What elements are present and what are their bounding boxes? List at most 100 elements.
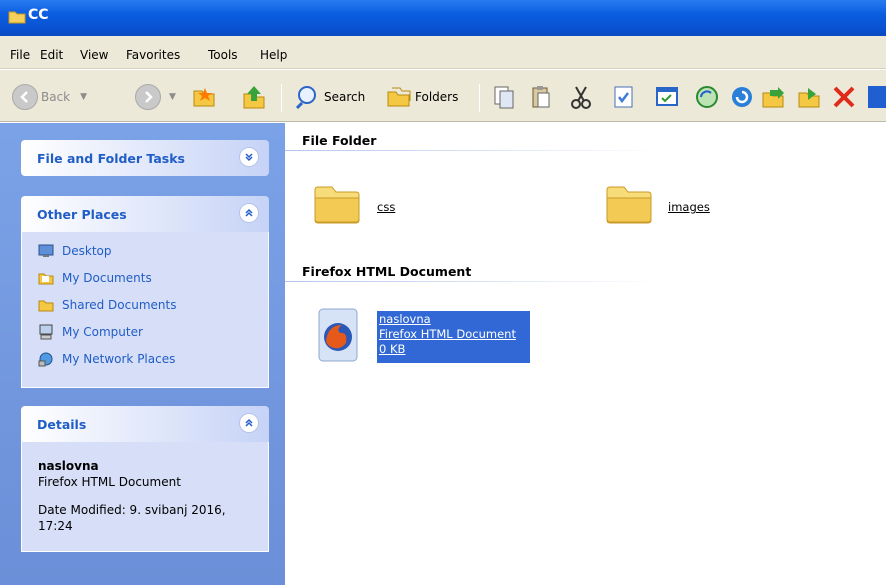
green-arrow-icon — [762, 87, 784, 108]
undo-button[interactable] — [654, 82, 680, 112]
selected-file-label[interactable]: naslovna Firefox HTML Document 0 KB — [377, 311, 530, 363]
paste-icon — [614, 86, 633, 108]
folder-item-images[interactable] — [605, 178, 653, 229]
computer-icon — [39, 324, 53, 340]
other-places-panel: Other Places Desktop My Documents Shared… — [21, 196, 269, 388]
expand-chevron-icon[interactable] — [239, 147, 259, 167]
window-check-icon — [656, 87, 678, 106]
network-icon — [38, 352, 53, 367]
folder-icon — [606, 186, 652, 224]
views-icon — [868, 86, 886, 108]
action-button[interactable] — [796, 82, 822, 112]
folder-item-css[interactable] — [313, 178, 361, 229]
menu-help[interactable]: Help — [260, 48, 287, 62]
place-desktop[interactable]: Desktop — [38, 242, 112, 260]
details-file-name: naslovna — [38, 459, 99, 473]
folders-icon — [387, 87, 411, 107]
folder-icon — [8, 11, 26, 24]
file-type: Firefox HTML Document — [379, 327, 516, 341]
place-shared-documents[interactable]: Shared Documents — [38, 296, 176, 314]
place-my-documents[interactable]: My Documents — [38, 269, 152, 287]
place-label: My Documents — [62, 271, 152, 285]
back-label: Back — [41, 90, 71, 104]
file-folder-tasks-panel: File and Folder Tasks — [21, 140, 269, 176]
globe-refresh-icon — [696, 86, 718, 108]
details-time-modified: 17:24 — [38, 519, 73, 533]
details-date-modified: Date Modified: 9. svibanj 2016, — [38, 503, 226, 517]
details-header[interactable]: Details — [21, 406, 269, 442]
group-title-file-folder: File Folder — [302, 133, 377, 148]
favorites-folder-button[interactable] — [191, 82, 217, 112]
place-my-network-places[interactable]: My Network Places — [38, 350, 175, 368]
search-label: Search — [324, 90, 366, 104]
task-pane: File and Folder Tasks Other Places Deskt… — [0, 123, 285, 585]
menu-edit[interactable]: Edit — [40, 48, 63, 62]
collapse-chevron-icon[interactable] — [239, 413, 259, 433]
place-label: My Computer — [62, 325, 143, 339]
file-item-naslovna[interactable] — [315, 307, 363, 363]
folder-arrow-icon — [798, 88, 820, 108]
folders-label: Folders — [415, 90, 459, 104]
folder-label-images[interactable]: images — [668, 200, 710, 214]
other-places-body: Desktop My Documents Shared Documents My… — [21, 232, 269, 388]
cut-button[interactable] — [568, 82, 594, 112]
menu-bar: File Edit View Favorites Tools Help — [0, 36, 886, 69]
forward-arrow-icon — [135, 84, 161, 110]
place-my-computer[interactable]: My Computer — [38, 323, 143, 341]
search-button[interactable]: Search — [295, 82, 365, 112]
other-places-title: Other Places — [37, 207, 127, 222]
group-title-firefox-html: Firefox HTML Document — [302, 264, 472, 279]
toolbar-separator — [281, 84, 282, 112]
paste-button[interactable] — [611, 82, 637, 112]
move-to-icon — [494, 86, 514, 109]
file-folder-tasks-header[interactable]: File and Folder Tasks — [21, 140, 269, 176]
move-to-button[interactable] — [491, 82, 517, 112]
file-size: 0 KB — [379, 342, 406, 356]
delete-button[interactable] — [831, 82, 857, 112]
copy-to-icon — [532, 86, 550, 108]
folder-icon — [314, 186, 360, 224]
place-label: Shared Documents — [62, 298, 177, 312]
file-name: naslovna — [379, 312, 431, 326]
menu-tools[interactable]: Tools — [208, 48, 238, 62]
group-divider — [285, 281, 665, 282]
details-title: Details — [37, 417, 87, 432]
forward-arrow-button[interactable] — [760, 82, 786, 112]
shared-folder-icon — [38, 300, 54, 312]
file-folder-tasks-title: File and Folder Tasks — [37, 151, 185, 166]
folder-star-icon — [193, 88, 215, 107]
window-title: CC — [28, 7, 49, 23]
toolbar-separator — [479, 84, 480, 112]
scissors-icon — [571, 86, 591, 109]
toolbar: Back ▼ ▼ Search Folders — [0, 70, 886, 122]
firefox-document-icon — [318, 308, 358, 362]
refresh-icon — [732, 87, 752, 107]
folder-label-css[interactable]: css — [377, 200, 395, 214]
details-file-type: Firefox HTML Document — [38, 475, 181, 489]
views-button[interactable] — [868, 82, 886, 112]
refresh-button[interactable] — [729, 82, 755, 112]
other-places-header[interactable]: Other Places — [21, 196, 269, 232]
back-button[interactable]: Back ▼ — [12, 82, 87, 112]
my-documents-icon — [38, 273, 54, 285]
copy-to-button[interactable] — [528, 82, 554, 112]
folders-button[interactable]: Folders — [386, 82, 458, 112]
sync-button[interactable] — [694, 82, 720, 112]
up-folder-button[interactable] — [241, 82, 267, 112]
forward-button[interactable]: ▼ — [135, 82, 176, 112]
file-list-area: File Folder css images Firefox HTML Docu… — [285, 123, 886, 585]
forward-dropdown-icon[interactable]: ▼ — [169, 92, 176, 102]
menu-favorites[interactable]: Favorites — [126, 48, 180, 62]
back-dropdown-icon[interactable]: ▼ — [80, 92, 87, 102]
group-divider — [285, 150, 665, 151]
menu-file[interactable]: File — [10, 48, 30, 62]
place-label: Desktop — [62, 244, 112, 258]
menu-view[interactable]: View — [80, 48, 108, 62]
details-panel: Details naslovna Firefox HTML Document D… — [21, 406, 269, 552]
collapse-chevron-icon[interactable] — [239, 203, 259, 223]
details-body: naslovna Firefox HTML Document Date Modi… — [21, 442, 269, 552]
back-arrow-icon — [12, 84, 38, 110]
delete-x-icon — [833, 86, 855, 108]
title-bar: CC — [0, 0, 886, 36]
up-arrow-icon — [243, 86, 265, 109]
